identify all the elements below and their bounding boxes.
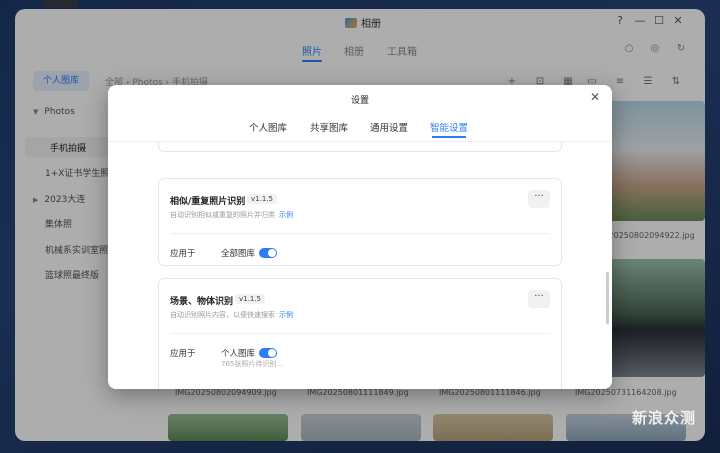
similar-photo-card: 相似/重复照片识别 v1.1.5 自动识别相似或重复的照片并归类 示例 ··· 应… [158, 178, 562, 266]
scene-object-card: 场景、物体识别 v1.1.5 自动识别照片内容，以便快速搜索 示例 ··· 应用于… [158, 278, 562, 389]
tab-personal-library[interactable]: 个人图库 [249, 120, 287, 134]
example-link[interactable]: 示例 [279, 311, 293, 319]
apply-to-value: 全部图库 [221, 249, 256, 259]
card-description: 自动识别相似或重复的照片并归类 示例 [170, 211, 293, 219]
version-badge: v1.1.5 [235, 294, 265, 304]
tab-general-settings[interactable]: 通用设置 [370, 120, 408, 134]
card-divider [170, 333, 550, 334]
card-title: 相似/重复照片识别 [170, 197, 246, 207]
settings-dialog: 设置 ✕ 个人图库 共享图库 通用设置 智能设置 相似/重复照片识别 v1.1.… [108, 85, 612, 389]
settings-scroll-area[interactable]: 相似/重复照片识别 v1.1.5 自动识别相似或重复的照片并归类 示例 ··· 应… [108, 142, 612, 389]
apply-to-value: 个人图库 [221, 349, 256, 359]
watermark: 新浪众测 [632, 409, 697, 427]
close-icon[interactable]: ✕ [590, 90, 600, 104]
settings-tabs: 个人图库 共享图库 通用设置 智能设置 [108, 120, 612, 138]
example-link[interactable]: 示例 [279, 211, 293, 219]
version-badge: v1.1.5 [247, 194, 277, 204]
apply-to-label: 应用于 [170, 349, 196, 359]
card-title: 场景、物体识别 [170, 297, 234, 307]
card-divider [170, 233, 550, 234]
previous-card [158, 142, 562, 152]
tab-shared-library[interactable]: 共享图库 [310, 120, 348, 134]
pending-recognition-note: 765张照片待识别... [221, 360, 284, 368]
card-description: 自动识别照片内容，以便快速搜索 示例 [170, 311, 293, 319]
apply-to-label: 应用于 [170, 249, 196, 259]
more-options-button[interactable]: ··· [528, 290, 550, 308]
more-options-button[interactable]: ··· [528, 190, 550, 208]
enable-toggle[interactable] [259, 248, 277, 258]
enable-toggle[interactable] [259, 348, 277, 358]
scrollbar[interactable] [606, 272, 609, 324]
tab-smart-settings[interactable]: 智能设置 [430, 120, 468, 138]
dialog-title: 设置 [350, 96, 369, 106]
